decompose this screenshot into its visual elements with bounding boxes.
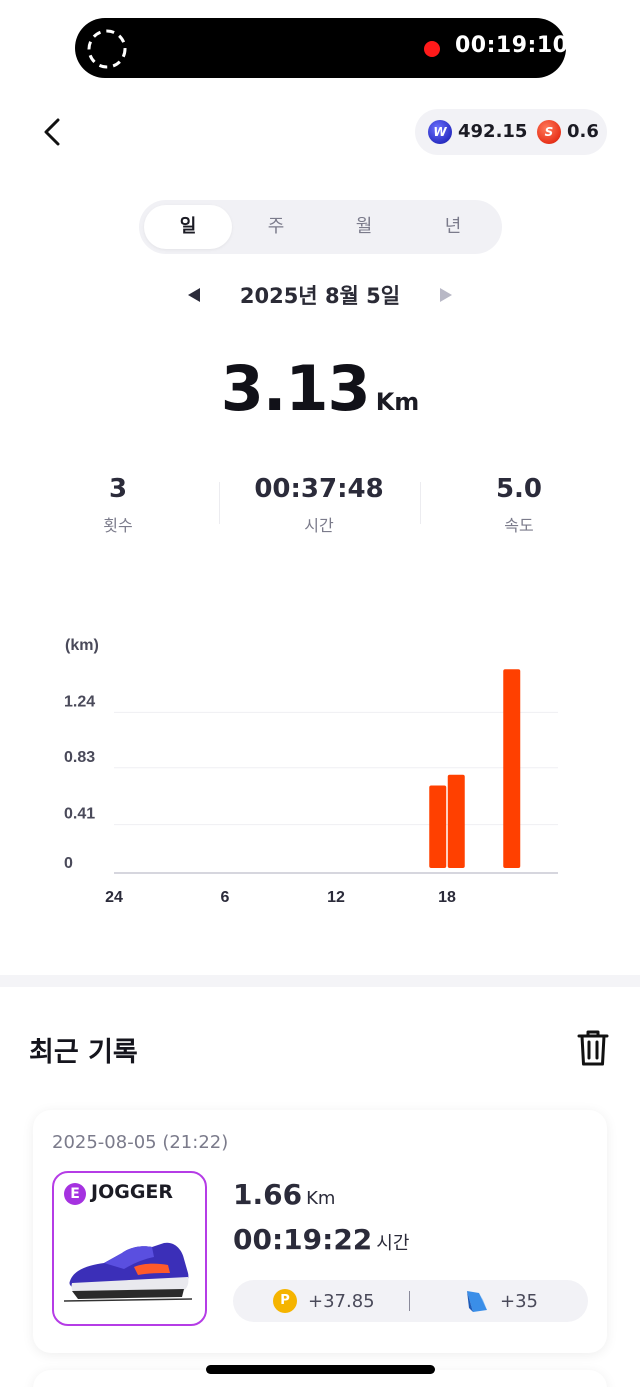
back-button[interactable] [34,110,74,154]
chart-bar[interactable] [429,785,447,868]
stat-count-value: 3 [108,474,128,504]
point-coin-icon: P [273,1289,297,1313]
balance-chip[interactable]: W 492.15 S 0.6 [415,109,607,155]
map-tile-icon [467,1291,487,1312]
x-tick-label: 12 [327,889,345,906]
reward-points: +37.85 [308,1291,375,1312]
recent-records-title: 최근 기록 [29,1037,138,1068]
record-duration-unit: 시간 [376,1233,410,1254]
grade-badge: E [64,1183,86,1205]
y-tick-label: 0.83 [64,749,95,766]
s-coin-balance: 0.6 [567,121,599,142]
tab-week[interactable]: 주 [232,205,320,249]
loading-spinner-icon [87,29,127,69]
reward-divider [409,1291,410,1311]
section-divider [0,975,640,987]
total-distance-unit: Km [375,388,420,416]
total-distance: 3.13 Km [0,352,640,425]
period-tabs: 일 주 월 년 [139,200,502,254]
record-distance-value: 1.66 [233,1178,303,1211]
stat-time-value: 00:37:48 [254,474,384,504]
y-tick-label: 1.24 [64,693,95,710]
y-tick-label: 0.41 [64,806,95,823]
reward-map: +35 [500,1291,538,1312]
running-shoe-icon [64,1242,193,1302]
y-tick-label: 0 [64,855,73,872]
x-tick-label: 24 [105,889,123,906]
tab-year[interactable]: 년 [409,205,497,249]
w-coin-icon: W [428,120,452,144]
trash-icon[interactable] [575,1028,611,1068]
distance-bar-chart: (km) 1.24 0.83 0.41 0 24 6 12 18 [64,637,558,906]
record-duration-value: 00:19:22 [233,1223,373,1256]
recording-dot-icon [424,41,440,57]
total-distance-value: 3.13 [220,352,371,425]
shoe-type-label: JOGGER [91,1181,174,1203]
next-date-arrow-icon[interactable] [438,286,454,304]
stat-time-label: 시간 [304,516,334,535]
record-distance: 1.66 Km [233,1178,335,1211]
x-tick-label: 6 [221,889,230,906]
chart-bar[interactable] [447,774,465,868]
recording-time: 00:19:10 [455,33,569,58]
w-coin-balance: 492.15 [458,121,528,142]
record-distance-unit: Km [306,1188,336,1209]
record-datetime: 2025-08-05 (21:22) [52,1132,229,1153]
tab-month[interactable]: 월 [320,205,408,249]
chart-unit-label: (km) [65,637,99,654]
stat-speed-value: 5.0 [495,474,543,504]
record-card[interactable]: 2025-08-05 (21:22) E JOGGER 1.66 Km 00:19… [33,1110,607,1353]
stat-count: 3 횟수 [18,474,218,536]
tab-day[interactable]: 일 [144,205,232,249]
s-coin-icon: S [537,120,561,144]
chart-bar[interactable] [503,669,521,868]
date-label: 2025년 8월 5일 [239,284,401,308]
shoe-thumbnail: E JOGGER [52,1171,207,1326]
record-rewards: P +37.85 +35 [233,1280,588,1322]
prev-date-arrow-icon[interactable] [186,286,202,304]
stat-time: 00:37:48 시간 [219,474,419,536]
stat-count-label: 횟수 [103,516,133,535]
record-duration: 00:19:22 시간 [233,1223,409,1256]
stat-speed: 5.0 속도 [419,474,619,536]
x-tick-label: 18 [438,889,456,906]
stat-speed-label: 속도 [504,516,534,535]
home-indicator [206,1365,435,1374]
